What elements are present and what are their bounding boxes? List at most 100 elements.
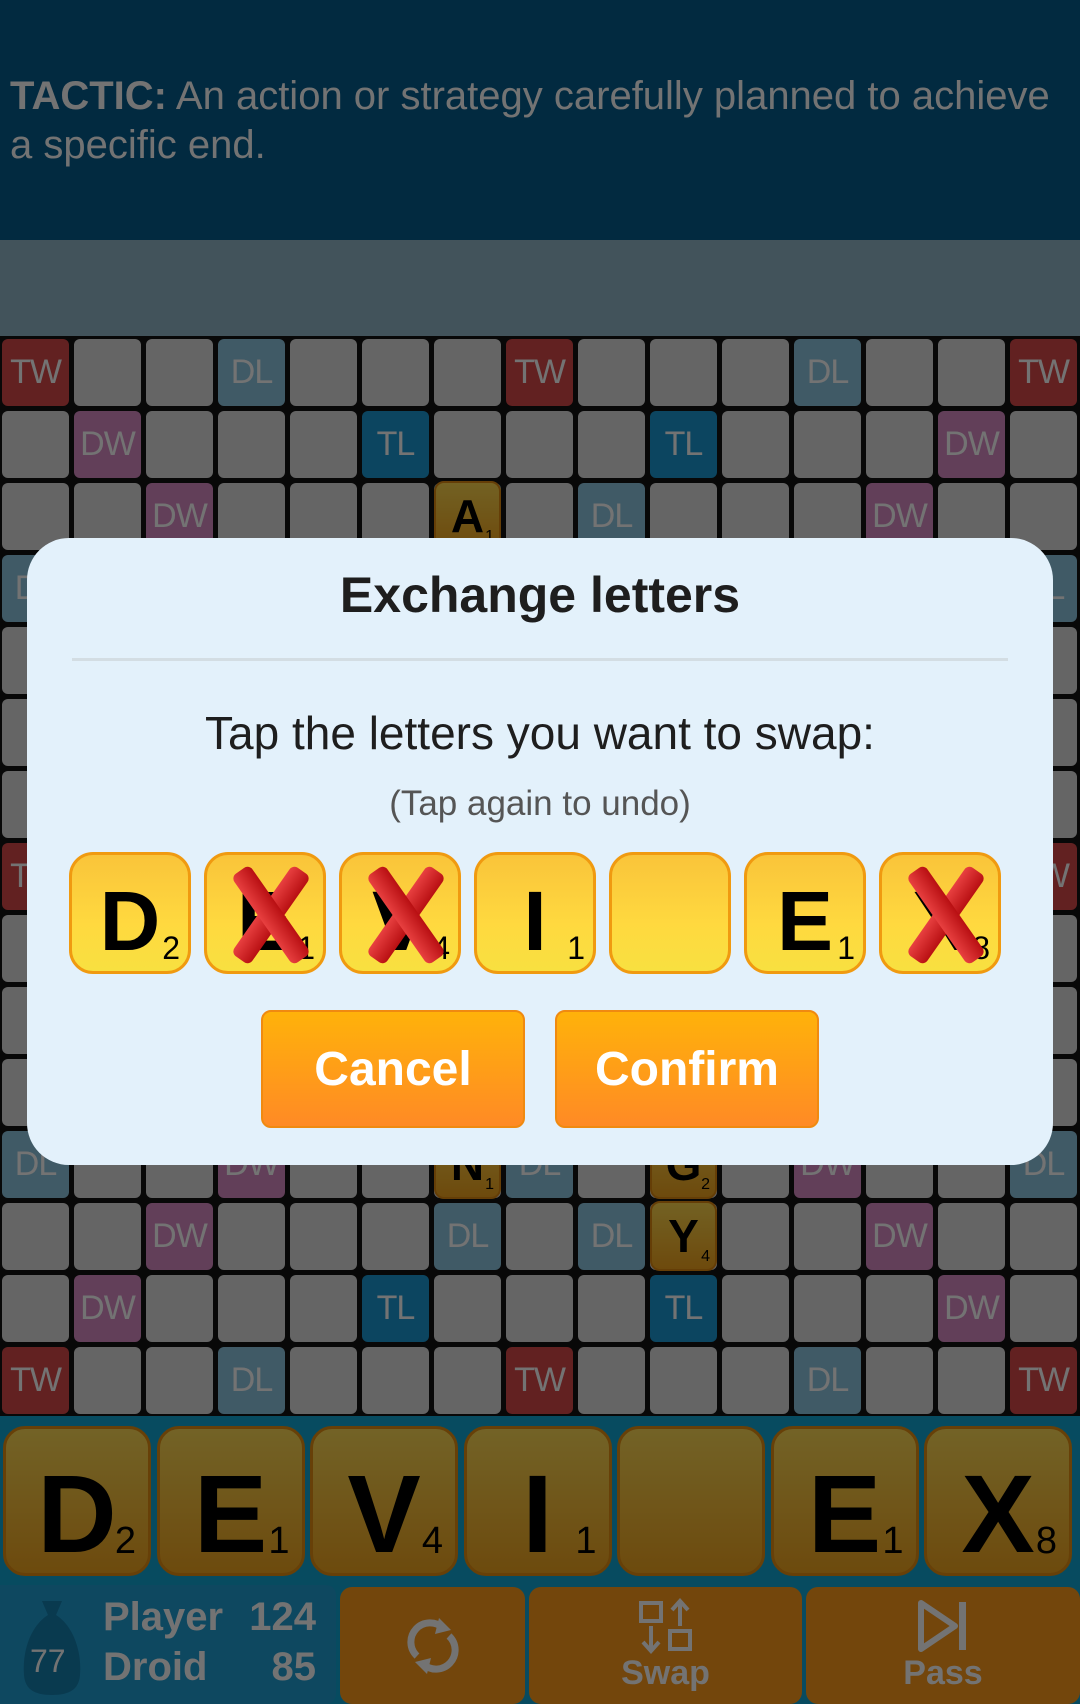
board-cell-dw[interactable]: DW (74, 1275, 141, 1342)
board-cell[interactable] (1010, 1203, 1077, 1270)
board-cell-dw[interactable]: DW (938, 411, 1005, 478)
board-cell[interactable] (434, 339, 501, 406)
board-cell[interactable] (722, 1347, 789, 1414)
board-cell[interactable] (218, 411, 285, 478)
board-cell-dw[interactable]: DW (146, 1203, 213, 1270)
shuffle-button[interactable] (340, 1587, 525, 1704)
rack-tile[interactable]: D2 (3, 1426, 151, 1576)
board-cell-tw[interactable]: TW (506, 339, 573, 406)
board-cell[interactable] (794, 1275, 861, 1342)
board-cell[interactable] (506, 1275, 573, 1342)
board-cell[interactable] (578, 339, 645, 406)
board-cell-tw[interactable]: TW (1010, 1347, 1077, 1414)
board-cell[interactable] (290, 411, 357, 478)
board-cell[interactable] (1010, 411, 1077, 478)
board-cell[interactable] (866, 411, 933, 478)
board-cell[interactable] (146, 339, 213, 406)
board-cell-tl[interactable]: TL (362, 411, 429, 478)
board-cell[interactable] (218, 1203, 285, 1270)
tile-value: 1 (837, 930, 855, 966)
board-cell[interactable] (362, 339, 429, 406)
board-cell[interactable] (1010, 1275, 1077, 1342)
board-cell[interactable] (146, 1347, 213, 1414)
board-cell-tl[interactable]: TL (650, 411, 717, 478)
board-cell-tw[interactable]: TW (506, 1347, 573, 1414)
tile-value: 1 (882, 1520, 904, 1562)
board-cell[interactable] (146, 411, 213, 478)
definition-banner: TACTIC: An action or strategy carefully … (0, 0, 1080, 240)
board-cell[interactable] (290, 339, 357, 406)
board-cell[interactable] (506, 1203, 573, 1270)
board-cell[interactable] (434, 1275, 501, 1342)
tile-value: 4 (701, 1248, 710, 1265)
cancel-button[interactable]: Cancel (261, 1010, 525, 1128)
board-cell[interactable] (722, 411, 789, 478)
board-cell[interactable] (650, 339, 717, 406)
board-cell[interactable] (866, 339, 933, 406)
board-cell-tl[interactable]: TL (362, 1275, 429, 1342)
board-cell[interactable] (722, 339, 789, 406)
rack-tile[interactable]: E1 (770, 1426, 919, 1576)
exchange-tile[interactable] (609, 852, 731, 974)
board-cell-dw[interactable]: DW (938, 1275, 1005, 1342)
board-cell[interactable] (290, 1203, 357, 1270)
board-cell[interactable] (362, 1203, 429, 1270)
board-cell[interactable] (2, 1275, 69, 1342)
board-cell[interactable] (2, 1203, 69, 1270)
board-cell[interactable] (722, 1275, 789, 1342)
exchange-tile[interactable]: V4 (339, 852, 461, 974)
rack-tile[interactable]: I1 (463, 1426, 612, 1576)
board-cell-dw[interactable]: DW (866, 1203, 933, 1270)
board-cell-dl[interactable]: DL (578, 1203, 645, 1270)
board-tile[interactable]: Y4 (650, 1201, 717, 1271)
board-cell[interactable] (938, 1347, 1005, 1414)
board-cell[interactable] (434, 1347, 501, 1414)
player-name: Player (103, 1595, 224, 1639)
board-cell[interactable] (722, 1203, 789, 1270)
exchange-tile[interactable]: D2 (69, 852, 191, 974)
rack-tile[interactable]: E1 (156, 1426, 305, 1576)
exchange-tile[interactable]: X8 (879, 852, 1001, 974)
rack-tile[interactable]: V4 (310, 1426, 458, 1576)
board-cell[interactable] (74, 339, 141, 406)
board-cell-tw[interactable]: TW (2, 1347, 69, 1414)
rack-tile[interactable]: X8 (924, 1426, 1072, 1576)
board-cell[interactable] (74, 1203, 141, 1270)
swap-button[interactable]: Swap (529, 1587, 802, 1704)
board-cell[interactable] (218, 1275, 285, 1342)
board-cell-dl[interactable]: DL (218, 339, 285, 406)
exchange-tile[interactable]: I1 (474, 852, 596, 974)
board-cell[interactable] (74, 1347, 141, 1414)
board-cell[interactable] (290, 1275, 357, 1342)
board-cell[interactable] (2, 411, 69, 478)
board-cell[interactable] (578, 1275, 645, 1342)
board-cell[interactable] (578, 1347, 645, 1414)
board-cell[interactable] (938, 339, 1005, 406)
rack-tile[interactable] (617, 1426, 765, 1576)
board-cell-dl[interactable]: DL (794, 1347, 861, 1414)
board-cell[interactable] (866, 1347, 933, 1414)
tile-rack[interactable]: D2E1V4I1E1X8 (0, 1416, 1080, 1585)
board-cell[interactable] (794, 411, 861, 478)
board-cell-dl[interactable]: DL (218, 1347, 285, 1414)
board-cell-tw[interactable]: TW (2, 339, 69, 406)
board-cell[interactable] (794, 1203, 861, 1270)
board-cell[interactable] (938, 1203, 1005, 1270)
confirm-button[interactable]: Confirm (555, 1010, 819, 1128)
exchange-tile[interactable]: E1 (744, 852, 866, 974)
board-cell[interactable] (290, 1347, 357, 1414)
board-cell[interactable] (578, 411, 645, 478)
board-cell-dw[interactable]: DW (74, 411, 141, 478)
exchange-tile[interactable]: E1 (204, 852, 326, 974)
board-cell[interactable] (362, 1347, 429, 1414)
board-cell-tw[interactable]: TW (1010, 339, 1077, 406)
board-cell[interactable] (650, 1347, 717, 1414)
board-cell-dl[interactable]: DL (434, 1203, 501, 1270)
board-cell-tl[interactable]: TL (650, 1275, 717, 1342)
board-cell[interactable] (506, 411, 573, 478)
board-cell[interactable] (866, 1275, 933, 1342)
board-cell-dl[interactable]: DL (794, 339, 861, 406)
board-cell[interactable] (434, 411, 501, 478)
board-cell[interactable] (146, 1275, 213, 1342)
pass-button[interactable]: Pass (806, 1587, 1080, 1704)
